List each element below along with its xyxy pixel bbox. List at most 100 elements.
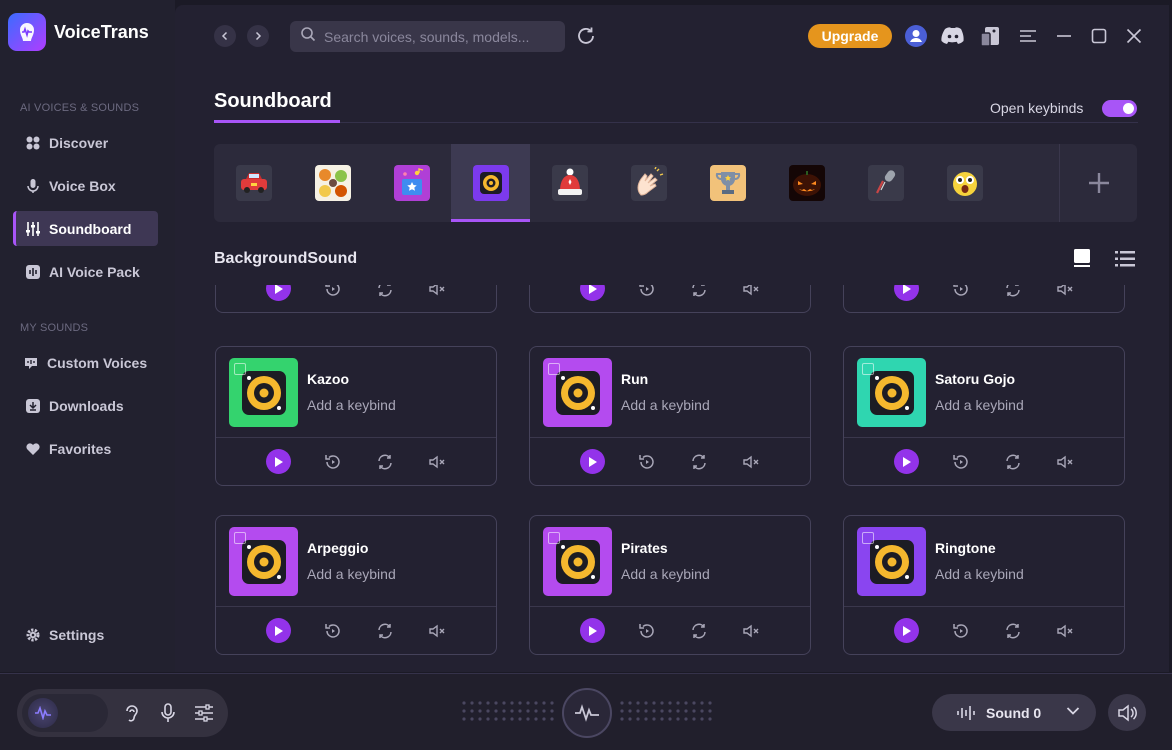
restart-icon[interactable] — [634, 285, 659, 301]
mute-icon[interactable] — [738, 449, 763, 474]
sidebar-item-voice-box[interactable]: Voice Box — [13, 168, 158, 203]
select-checkbox[interactable] — [862, 532, 874, 544]
category-tab[interactable] — [530, 144, 609, 222]
sound-card[interactable]: Ringtone Add a keybind — [843, 515, 1125, 655]
sound-card[interactable]: Run Add a keybind — [529, 346, 811, 486]
category-tab[interactable] — [846, 144, 925, 222]
play-button[interactable] — [894, 618, 919, 643]
equalizer-icon[interactable] — [193, 702, 215, 724]
select-checkbox[interactable] — [234, 363, 246, 375]
mute-icon[interactable] — [738, 618, 763, 643]
close-icon[interactable] — [1122, 24, 1146, 48]
back-button[interactable] — [214, 25, 236, 47]
play-button[interactable] — [580, 285, 605, 301]
ear-icon[interactable] — [121, 702, 143, 724]
microphone-icon[interactable] — [157, 702, 179, 724]
add-category-button[interactable] — [1059, 144, 1137, 222]
category-tab[interactable] — [688, 144, 767, 222]
voice-changer-toggle[interactable] — [22, 694, 108, 732]
select-checkbox[interactable] — [234, 532, 246, 544]
loop-icon[interactable] — [372, 285, 397, 301]
mute-icon[interactable] — [424, 618, 449, 643]
sound-card[interactable]: Kazoo Add a keybind — [215, 346, 497, 486]
restart-icon[interactable] — [948, 449, 973, 474]
mute-icon[interactable] — [424, 285, 449, 301]
select-checkbox[interactable] — [548, 363, 560, 375]
refresh-icon[interactable] — [575, 25, 597, 47]
volume-button[interactable] — [1108, 694, 1146, 731]
select-checkbox[interactable] — [548, 532, 560, 544]
sliders-icon — [25, 221, 41, 237]
sound-card[interactable]: Pirates Add a keybind — [529, 515, 811, 655]
loop-icon[interactable] — [372, 618, 397, 643]
add-keybind-link[interactable]: Add a keybind — [307, 566, 396, 582]
add-keybind-link[interactable]: Add a keybind — [935, 397, 1024, 413]
menu-icon[interactable] — [1016, 24, 1040, 48]
loop-icon[interactable] — [686, 449, 711, 474]
restart-icon[interactable] — [948, 285, 973, 301]
sound-card[interactable]: Arpeggio Add a keybind — [215, 515, 497, 655]
category-tab[interactable] — [767, 144, 846, 222]
sidebar-item-downloads[interactable]: Downloads — [13, 388, 158, 423]
heart-icon — [25, 441, 41, 457]
play-button[interactable] — [266, 449, 291, 474]
sidebar-item-settings[interactable]: Settings — [13, 617, 158, 652]
add-keybind-link[interactable]: Add a keybind — [307, 397, 396, 413]
play-button[interactable] — [580, 618, 605, 643]
category-tab[interactable] — [925, 144, 1004, 222]
speaker-icon — [472, 165, 509, 201]
restart-icon[interactable] — [634, 449, 659, 474]
add-keybind-link[interactable]: Add a keybind — [621, 397, 710, 413]
add-keybind-link[interactable]: Add a keybind — [935, 566, 1024, 582]
category-tab[interactable] — [293, 144, 372, 222]
search-bar[interactable] — [290, 21, 565, 52]
category-tab[interactable] — [609, 144, 688, 222]
select-checkbox[interactable] — [862, 363, 874, 375]
discord-icon[interactable] — [941, 24, 965, 48]
mute-icon[interactable] — [1052, 618, 1077, 643]
list-view-icon[interactable] — [1115, 250, 1135, 268]
loop-icon[interactable] — [1000, 285, 1025, 301]
restart-icon[interactable] — [634, 618, 659, 643]
mute-icon[interactable] — [1052, 285, 1077, 301]
devices-icon[interactable] — [979, 24, 1003, 48]
sound-device-select[interactable]: Sound 0 — [932, 694, 1096, 731]
play-button[interactable] — [580, 449, 605, 474]
sidebar-item-discover[interactable]: Discover — [13, 125, 158, 160]
mute-icon[interactable] — [424, 449, 449, 474]
minimize-icon[interactable] — [1052, 24, 1076, 48]
maximize-icon[interactable] — [1087, 24, 1111, 48]
restart-icon[interactable] — [320, 618, 345, 643]
loop-icon[interactable] — [372, 449, 397, 474]
sidebar-item-custom-voices[interactable]: Custom Voices — [13, 345, 158, 380]
restart-icon[interactable] — [320, 285, 345, 301]
loop-icon[interactable] — [1000, 449, 1025, 474]
restart-icon[interactable] — [320, 449, 345, 474]
upgrade-button[interactable]: Upgrade — [808, 24, 892, 48]
user-avatar-icon[interactable] — [904, 24, 928, 48]
play-button[interactable] — [266, 285, 291, 301]
sidebar-item-soundboard[interactable]: Soundboard — [13, 211, 158, 246]
restart-icon[interactable] — [948, 618, 973, 643]
category-tab[interactable] — [214, 144, 293, 222]
forward-button[interactable] — [247, 25, 269, 47]
search-input[interactable] — [324, 28, 554, 45]
mute-icon[interactable] — [1052, 449, 1077, 474]
add-keybind-link[interactable]: Add a keybind — [621, 566, 710, 582]
loop-icon[interactable] — [686, 618, 711, 643]
mute-icon[interactable] — [738, 285, 763, 301]
play-button[interactable] — [894, 449, 919, 474]
pumpkin-icon — [788, 165, 825, 201]
play-button[interactable] — [266, 618, 291, 643]
loop-icon[interactable] — [686, 285, 711, 301]
sound-card[interactable]: Satoru Gojo Add a keybind — [843, 346, 1125, 486]
loop-icon[interactable] — [1000, 618, 1025, 643]
category-tab[interactable] — [372, 144, 451, 222]
sidebar-item-favorites[interactable]: Favorites — [13, 431, 158, 466]
sidebar-item-ai-voice-pack[interactable]: AI Voice Pack — [13, 254, 158, 289]
voice-monitor-button[interactable] — [562, 688, 612, 738]
category-tab-active[interactable] — [451, 144, 530, 222]
open-keybinds-toggle[interactable] — [1102, 100, 1137, 117]
play-button[interactable] — [894, 285, 919, 301]
grid-view-icon[interactable] — [1073, 248, 1091, 268]
